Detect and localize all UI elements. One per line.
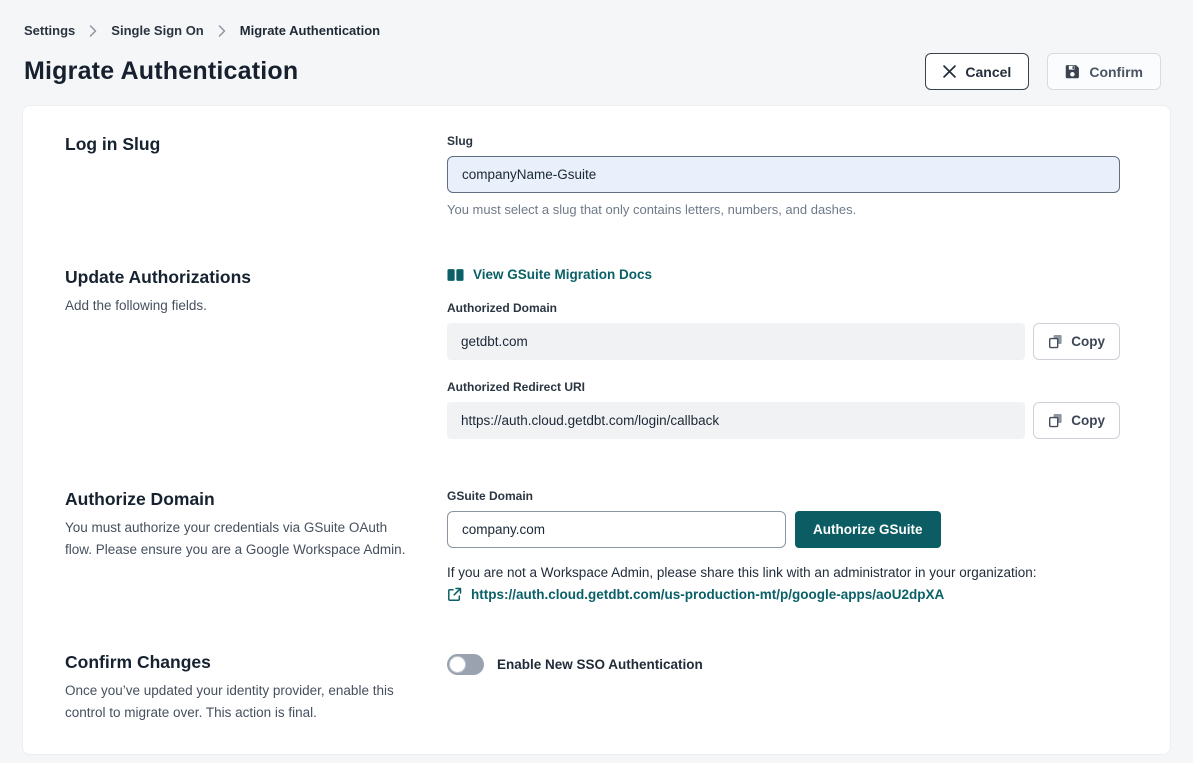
section-confirm-changes: Confirm Changes Once you’ve updated your… bbox=[65, 652, 1120, 724]
authorize-gsuite-button[interactable]: Authorize GSuite bbox=[795, 511, 941, 548]
confirm-button[interactable]: Confirm bbox=[1047, 53, 1161, 90]
header-actions: Cancel Confirm bbox=[925, 53, 1169, 90]
page-title: Migrate Authentication bbox=[24, 57, 298, 86]
slug-helper-text: You must select a slug that only contain… bbox=[447, 202, 1120, 217]
toggle-knob bbox=[449, 656, 466, 673]
slug-input[interactable] bbox=[447, 156, 1120, 193]
book-icon bbox=[447, 268, 464, 282]
confirm-changes-description: Once you’ve updated your identity provid… bbox=[65, 680, 417, 724]
enable-sso-toggle-label: Enable New SSO Authentication bbox=[497, 657, 703, 672]
enable-sso-toggle[interactable] bbox=[447, 654, 484, 675]
chevron-right-icon bbox=[89, 25, 97, 37]
confirm-changes-heading: Confirm Changes bbox=[65, 652, 417, 673]
gsuite-migration-docs-link-label: View GSuite Migration Docs bbox=[473, 267, 652, 282]
authorize-domain-heading: Authorize Domain bbox=[65, 489, 417, 510]
section-update-authorizations: Update Authorizations Add the following … bbox=[65, 267, 1120, 439]
title-row: Migrate Authentication Cancel Confirm bbox=[24, 53, 1169, 90]
copy-button-label: Copy bbox=[1071, 413, 1105, 428]
workspace-admin-note: If you are not a Workspace Admin, please… bbox=[447, 565, 1120, 580]
section-authorize-domain: Authorize Domain You must authorize your… bbox=[65, 489, 1120, 602]
copy-icon bbox=[1048, 413, 1063, 428]
gsuite-domain-label: GSuite Domain bbox=[447, 489, 1120, 503]
copy-button-label: Copy bbox=[1071, 334, 1105, 349]
external-link-icon bbox=[447, 587, 462, 602]
authorized-domain-value: getdbt.com bbox=[447, 323, 1025, 360]
update-authorizations-heading: Update Authorizations bbox=[65, 267, 417, 288]
admin-share-link[interactable]: https://auth.cloud.getdbt.com/us-product… bbox=[471, 587, 944, 602]
settings-card: Log in Slug Slug You must select a slug … bbox=[22, 105, 1171, 755]
copy-redirect-uri-button[interactable]: Copy bbox=[1033, 402, 1120, 439]
authorized-redirect-uri-value: https://auth.cloud.getdbt.com/login/call… bbox=[447, 402, 1025, 439]
cancel-button-label: Cancel bbox=[965, 64, 1011, 80]
copy-icon bbox=[1048, 334, 1063, 349]
close-icon bbox=[943, 65, 956, 78]
confirm-button-label: Confirm bbox=[1089, 64, 1143, 80]
cancel-button[interactable]: Cancel bbox=[925, 53, 1029, 90]
save-icon bbox=[1065, 64, 1080, 79]
login-slug-heading: Log in Slug bbox=[65, 134, 417, 155]
authorize-domain-description: You must authorize your credentials via … bbox=[65, 517, 417, 561]
breadcrumb-single-sign-on[interactable]: Single Sign On bbox=[111, 23, 203, 38]
section-login-slug: Log in Slug Slug You must select a slug … bbox=[65, 134, 1120, 217]
gsuite-domain-input[interactable] bbox=[447, 511, 786, 548]
authorized-redirect-uri-label: Authorized Redirect URI bbox=[447, 380, 1120, 394]
chevron-right-icon bbox=[218, 25, 226, 37]
page-header: Settings Single Sign On Migrate Authenti… bbox=[0, 0, 1193, 90]
copy-authorized-domain-button[interactable]: Copy bbox=[1033, 323, 1120, 360]
breadcrumb: Settings Single Sign On Migrate Authenti… bbox=[24, 23, 1169, 38]
breadcrumb-migrate-authentication: Migrate Authentication bbox=[240, 23, 380, 38]
slug-label: Slug bbox=[447, 134, 1120, 148]
breadcrumb-settings[interactable]: Settings bbox=[24, 23, 75, 38]
gsuite-migration-docs-link[interactable]: View GSuite Migration Docs bbox=[447, 267, 652, 282]
authorized-domain-label: Authorized Domain bbox=[447, 301, 1120, 315]
update-authorizations-description: Add the following fields. bbox=[65, 295, 417, 317]
